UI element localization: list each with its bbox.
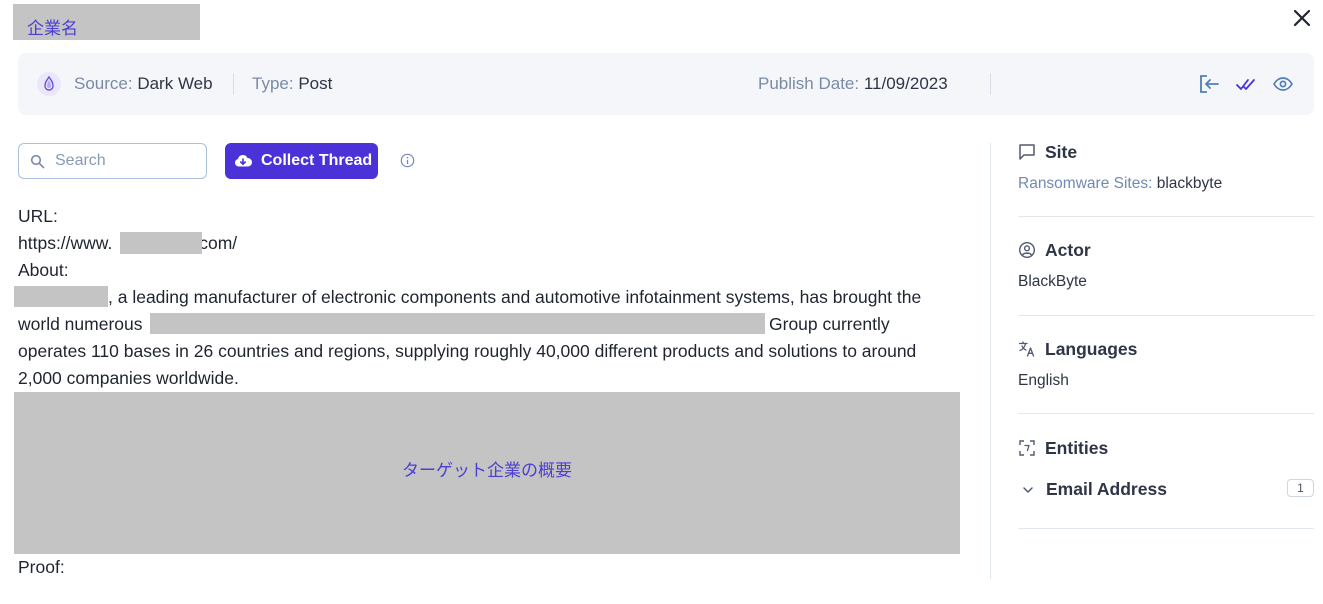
meta-divider	[990, 73, 991, 95]
section-divider	[1018, 315, 1314, 316]
cloud-download-icon	[235, 154, 252, 167]
sidebar-section-site: Site Ransomware Sites: blackbyte	[1018, 142, 1314, 222]
search-input[interactable]	[55, 150, 200, 172]
meta-divider	[233, 73, 234, 95]
redaction-block	[150, 313, 765, 334]
close-icon[interactable]	[1289, 5, 1315, 31]
redacted-image: ターゲット企業の概要	[14, 392, 960, 554]
site-label: Ransomware Sites:	[1018, 175, 1153, 192]
about-text-line: operates 110 bases in 26 countries and r…	[18, 341, 917, 361]
meta-type: Type: Post	[252, 74, 332, 94]
section-divider	[1018, 413, 1314, 414]
type-label: Type:	[252, 74, 294, 93]
image-caption: ターゲット企業の概要	[402, 461, 572, 481]
source-value: Dark Web	[137, 74, 213, 93]
company-title: 企業名	[27, 19, 78, 39]
redaction-block	[14, 286, 108, 307]
mark-read-icon[interactable]	[1235, 74, 1257, 94]
publish-date-label: Publish Date:	[758, 74, 860, 93]
proof-label: Proof:	[18, 557, 65, 577]
view-icon[interactable]	[1272, 74, 1294, 94]
about-text-line: Group currently	[769, 314, 890, 334]
redaction-block	[120, 232, 202, 254]
section-divider	[1018, 528, 1314, 529]
chevron-down-icon[interactable]	[1022, 485, 1034, 495]
post-meta-bar: Source: Dark Web Type: Post Publish Date…	[18, 53, 1314, 115]
about-text-line: , a leading manufacturer of electronic c…	[108, 287, 922, 307]
site-value: blackbyte	[1156, 175, 1223, 192]
entity-count-badge: 1	[1287, 479, 1314, 497]
languages-title: Languages	[1045, 339, 1138, 359]
entities-title: Entities	[1045, 438, 1109, 458]
tor-onion-icon	[37, 72, 61, 96]
actor-value: BlackByte	[1018, 273, 1087, 290]
entity-group-email[interactable]: Email Address 1	[1018, 479, 1314, 501]
site-value-row: Ransomware Sites: blackbyte	[1018, 175, 1222, 193]
translate-icon	[1018, 341, 1035, 357]
search-icon	[30, 154, 45, 169]
languages-value: English	[1018, 372, 1069, 389]
about-label: About:	[18, 260, 69, 280]
meta-publish-date: Publish Date: 11/09/2023	[758, 74, 948, 94]
info-icon[interactable]	[400, 153, 415, 168]
type-value: Post	[298, 74, 333, 93]
publish-date-value: 11/09/2023	[863, 74, 948, 93]
sidebar-section-languages: Languages English	[1018, 339, 1314, 419]
export-icon[interactable]	[1198, 74, 1220, 94]
about-text-line: 2,000 companies worldwide.	[18, 368, 239, 388]
user-circle-icon	[1018, 241, 1036, 259]
collect-thread-label: Collect Thread	[261, 152, 373, 169]
chat-bubble-icon	[1019, 144, 1035, 160]
collect-thread-button[interactable]: Collect Thread	[225, 143, 378, 179]
entity-scan-icon	[1019, 440, 1035, 456]
about-text-line: world numerous	[18, 314, 143, 334]
sidebar-section-entities: Entities Email Address 1	[1018, 438, 1314, 533]
sidebar-divider	[990, 143, 991, 579]
section-divider	[1018, 216, 1314, 217]
actor-title: Actor	[1045, 240, 1091, 260]
entity-group-label: Email Address	[1046, 479, 1167, 499]
url-prefix: https://www.	[18, 233, 113, 253]
search-field[interactable]	[18, 143, 207, 179]
meta-source: Source: Dark Web	[74, 74, 213, 94]
sidebar-section-actor: Actor BlackByte	[1018, 240, 1314, 320]
site-title: Site	[1045, 142, 1078, 162]
url-label: URL:	[18, 206, 58, 226]
company-title-redacted: 企業名	[13, 4, 200, 40]
source-label: Source:	[74, 74, 133, 93]
